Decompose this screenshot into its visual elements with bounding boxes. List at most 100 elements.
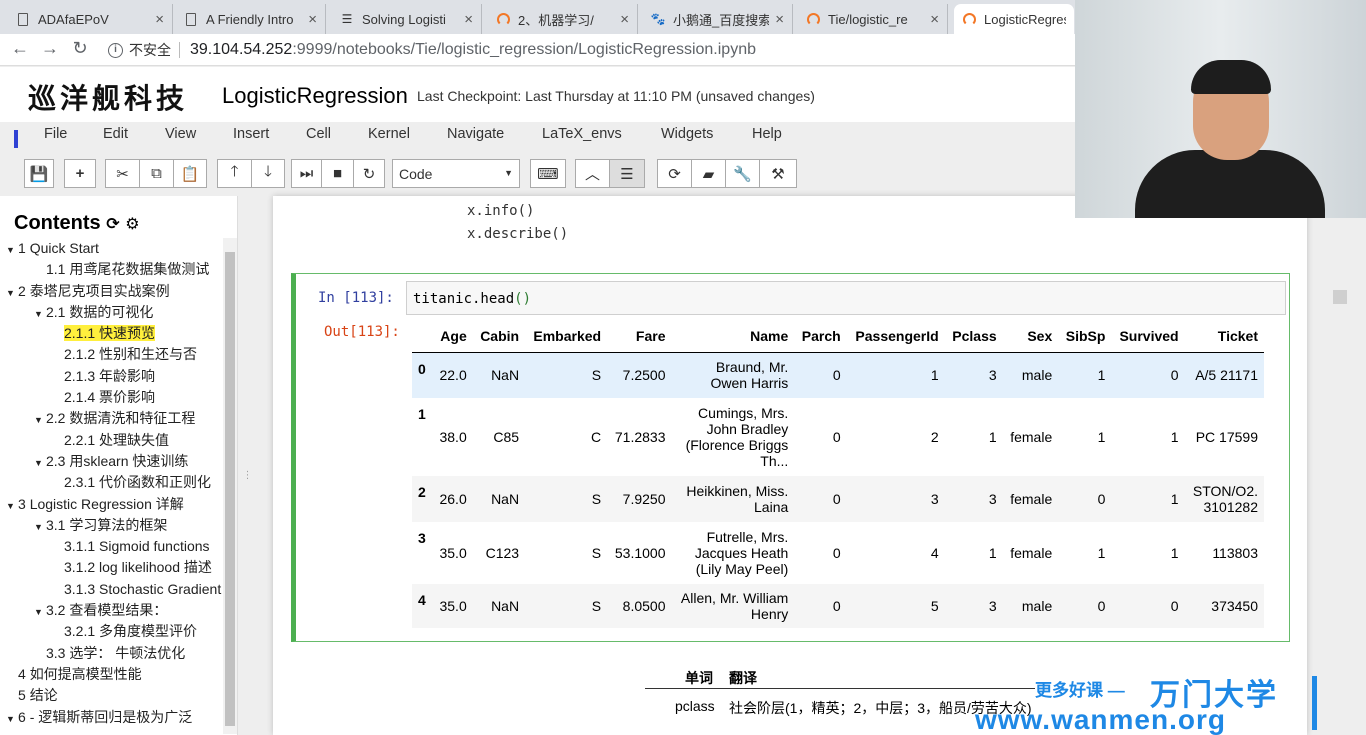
- gear-icon[interactable]: ⚙: [125, 216, 139, 233]
- toc-item[interactable]: 4 如何提高模型性能: [0, 664, 224, 685]
- save-icon[interactable]: 💾: [24, 159, 54, 188]
- close-icon[interactable]: ×: [155, 11, 164, 28]
- column-header: [412, 320, 433, 353]
- toc-item[interactable]: ▼ 3.1 学习算法的框架: [0, 515, 224, 536]
- table-row[interactable]: 3 35.0 C123 S 53.1000 Futrelle, Mrs. Jacques H…: [412, 522, 1264, 584]
- table-row[interactable]: 1 38.0 C85 C 71.2833 Cumings, Mrs. John Bradle…: [412, 398, 1264, 476]
- close-icon[interactable]: ×: [930, 11, 939, 28]
- toc-item[interactable]: 3.1.1 Sigmoid functions: [0, 536, 224, 557]
- cell-type-value: Code: [399, 166, 433, 182]
- toc-item[interactable]: 1.1 用鸢尾花数据集做测试: [0, 259, 224, 280]
- browser-tab[interactable]: ☰ Solving Logisti ×: [332, 4, 482, 34]
- menu-widgets[interactable]: Widgets: [661, 126, 713, 142]
- back-icon[interactable]: ←: [8, 38, 32, 59]
- toc-item[interactable]: ▼ 2.3 用sklearn 快速训练: [0, 451, 224, 472]
- cut-icon[interactable]: ✂: [105, 159, 139, 188]
- book-icon[interactable]: ▰: [691, 159, 725, 188]
- document-icon: [16, 12, 30, 26]
- close-icon[interactable]: ×: [620, 11, 629, 28]
- toc-item[interactable]: 2.1.4 票价影响: [0, 387, 224, 408]
- menu-edit[interactable]: Edit: [103, 126, 128, 142]
- menu-cell[interactable]: Cell: [306, 126, 331, 142]
- triangle-down-icon[interactable]: ▼: [34, 602, 46, 621]
- triangle-down-icon[interactable]: ▼: [34, 517, 46, 536]
- toc-item[interactable]: 2.1.3 年龄影响: [0, 366, 224, 387]
- toc-item[interactable]: ▼ 1 Quick Start: [0, 238, 224, 259]
- toc-item[interactable]: 2.1.1 快速预览: [0, 323, 224, 344]
- triangle-down-icon[interactable]: ▼: [6, 240, 18, 259]
- list-icon[interactable]: ☰: [609, 159, 645, 188]
- code-cell[interactable]: In [113]: titanic.head() Out[113]: Age Ca…: [291, 273, 1290, 642]
- url-text[interactable]: 39.104.54.252:9999/notebooks/Tie/logisti…: [190, 41, 756, 59]
- page-scrollbar-thumb[interactable]: [1333, 290, 1347, 304]
- browser-tab[interactable]: Tie/logistic_re ×: [798, 4, 948, 34]
- refresh-icon[interactable]: ⟳: [657, 159, 691, 188]
- insert-cell-icon[interactable]: +: [64, 159, 96, 188]
- toc-item[interactable]: 3.2.1 多角度模型评价: [0, 621, 224, 642]
- gavel-icon[interactable]: ⚒: [759, 159, 797, 188]
- menu-latex-envs[interactable]: LaTeX_envs: [542, 126, 622, 142]
- refresh-icon[interactable]: ⟳: [106, 216, 119, 233]
- browser-tab[interactable]: 2、机器学习/ ×: [488, 4, 638, 34]
- triangle-down-icon[interactable]: ▼: [6, 283, 18, 302]
- toc-item[interactable]: 2.1.2 性别和生还与否: [0, 344, 224, 365]
- info-icon[interactable]: i: [108, 42, 123, 58]
- collapse-icon[interactable]: ︿: [575, 159, 609, 188]
- menu-file[interactable]: File: [44, 126, 67, 142]
- forward-icon[interactable]: →: [38, 38, 62, 59]
- column-header: Age: [432, 320, 473, 353]
- cell-type-select[interactable]: Code ▼: [392, 159, 520, 188]
- browser-tab[interactable]: LogisticRegres: [954, 4, 1074, 34]
- triangle-down-icon[interactable]: ▼: [34, 453, 46, 472]
- toc-item[interactable]: ▼ 2 泰塔尼克项目实战案例: [0, 281, 224, 302]
- reload-icon[interactable]: ↻: [68, 38, 92, 59]
- toc-item[interactable]: 2.2.1 处理缺失值: [0, 430, 224, 451]
- toc-item[interactable]: 5 结论: [0, 685, 224, 706]
- menu-navigate[interactable]: Navigate: [447, 126, 504, 142]
- triangle-down-icon[interactable]: ▼: [34, 410, 46, 429]
- toc-item[interactable]: ▼ 3 Logistic Regression 详解: [0, 494, 224, 515]
- code-input[interactable]: titanic.head(): [406, 281, 1286, 315]
- toc-item[interactable]: 3.3 选学： 牛顿法优化: [0, 643, 224, 664]
- toc-item[interactable]: ▼ 6 - 逻辑斯蒂回归是极为广泛: [0, 707, 224, 728]
- move-up-icon[interactable]: 🡑: [217, 159, 251, 188]
- logo: 巡洋舰科技: [28, 82, 189, 115]
- triangle-down-icon[interactable]: ▼: [6, 496, 18, 515]
- toc-item[interactable]: 3.1.3 Stochastic Gradient: [0, 579, 224, 600]
- browser-tab[interactable]: 🐾 小鹅通_百度搜索 ×: [643, 4, 793, 34]
- restart-icon[interactable]: ↻: [353, 159, 385, 188]
- triangle-down-icon[interactable]: ▼: [6, 709, 18, 728]
- url-field[interactable]: i 不安全 39.104.54.252:9999/notebooks/Tie/l…: [100, 37, 1070, 63]
- notebook-title[interactable]: LogisticRegression: [222, 83, 408, 109]
- wrench-icon[interactable]: 🔧: [725, 159, 759, 188]
- notebook-page: x.info() x.describe() In [113]: titanic.…: [273, 196, 1307, 735]
- toc-item[interactable]: 3.1.2 log likelihood 描述: [0, 557, 224, 578]
- toc-item[interactable]: 2.3.1 代价函数和正则化: [0, 472, 224, 493]
- close-icon[interactable]: ×: [775, 11, 784, 28]
- browser-tab[interactable]: ADAfaEPoV ×: [8, 4, 173, 34]
- keyboard-icon[interactable]: ⌨: [530, 159, 566, 188]
- close-icon[interactable]: ×: [464, 11, 473, 28]
- toc-item-number: 2.3: [46, 452, 66, 469]
- triangle-down-icon[interactable]: ▼: [34, 304, 46, 323]
- stop-icon[interactable]: ■: [321, 159, 353, 188]
- toc-item[interactable]: ▼ 2.1 数据的可视化: [0, 302, 224, 323]
- paste-icon[interactable]: 📋: [173, 159, 207, 188]
- menu-view[interactable]: View: [165, 126, 196, 142]
- toc-item-label: 2.1.2 性别和生还与否: [64, 346, 197, 362]
- toc-scroll-thumb[interactable]: [225, 252, 235, 726]
- table-row[interactable]: 2 26.0 NaN S 7.9250 Heikkinen, Miss. Laina 0 3 3 f…: [412, 476, 1264, 522]
- run-icon[interactable]: ⏭: [291, 159, 321, 188]
- menu-help[interactable]: Help: [752, 126, 782, 142]
- toc-item[interactable]: ▼ 2.2 数据清洗和特征工程: [0, 408, 224, 429]
- menu-insert[interactable]: Insert: [233, 126, 269, 142]
- toc-scrollbar[interactable]: [223, 238, 237, 734]
- close-icon[interactable]: ×: [308, 11, 317, 28]
- table-row[interactable]: 0 22.0 NaN S 7.2500 Braund, Mr. Owen Harris 0 1 3…: [412, 352, 1264, 398]
- copy-icon[interactable]: ⧉: [139, 159, 173, 188]
- move-down-icon[interactable]: 🡓: [251, 159, 285, 188]
- toc-item[interactable]: ▼ 3.2 查看模型结果：: [0, 600, 224, 621]
- menu-kernel[interactable]: Kernel: [368, 126, 410, 142]
- browser-tab[interactable]: A Friendly Intro ×: [176, 4, 326, 34]
- table-row[interactable]: 4 35.0 NaN S 8.0500 Allen, Mr. William Henry 0 5…: [412, 584, 1264, 628]
